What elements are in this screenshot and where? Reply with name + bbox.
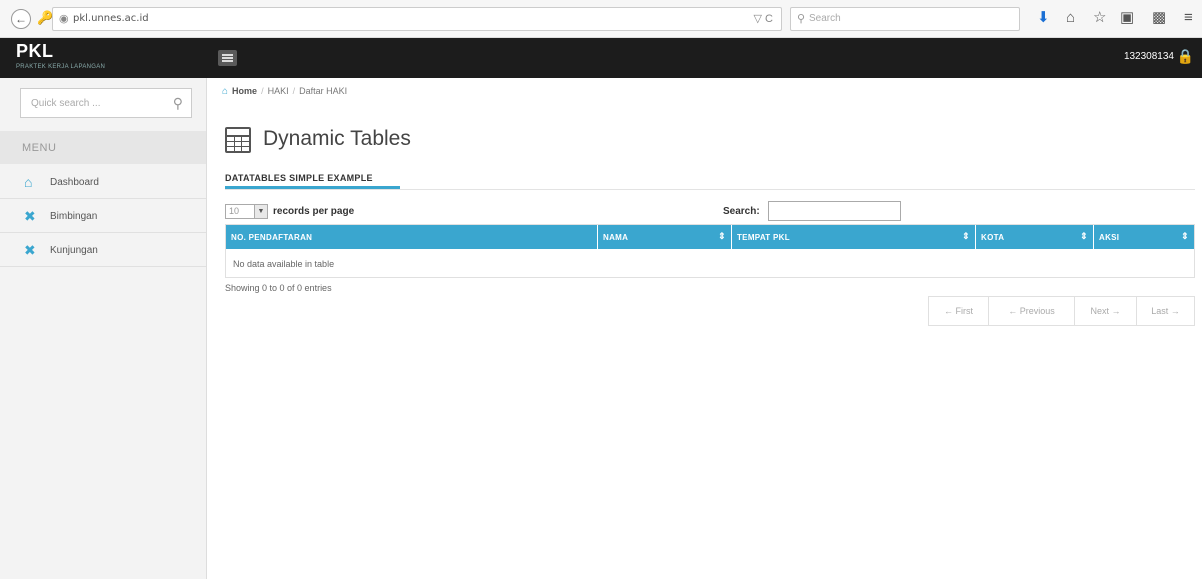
address-bar[interactable]: ◉ pkl.unnes.ac.id ▽ C (52, 7, 782, 31)
section-title: DATATABLES SIMPLE EXAMPLE (225, 173, 373, 183)
sidebar-item-bimbingan[interactable]: ✖ Bimbingan (0, 200, 206, 233)
table-icon (225, 127, 251, 153)
data-table: NO. PENDAFTARAN NAMA ⇕ TEMPAT PKL ⇕ KOTA… (225, 224, 1195, 278)
bookmark-star-icon[interactable]: ☆ (1093, 10, 1106, 26)
url-text: pkl.unnes.ac.id (73, 13, 149, 24)
brand-subtitle: PRAKTEK KERJA LAPANGAN (16, 64, 106, 70)
pagination-next-button[interactable]: Next → (1075, 297, 1137, 325)
sort-icon: ⇕ (962, 231, 970, 241)
menu-header-label: MENU (22, 142, 57, 154)
home-icon: ⌂ (222, 86, 229, 97)
table-search-input[interactable] (768, 201, 901, 221)
breadcrumb-item: Daftar HAKI (299, 86, 348, 96)
records-per-page-label: records per page (273, 206, 355, 217)
column-header-kota[interactable]: KOTA ⇕ (976, 225, 1094, 249)
breadcrumb-home[interactable]: Home (232, 86, 257, 96)
globe-icon: ◉ (59, 13, 69, 25)
sort-icon: ⇕ (1181, 231, 1189, 241)
pagination-first-button[interactable]: ← First (929, 297, 989, 325)
browser-toolbar: ← 🔑 ◉ pkl.unnes.ac.id ▽ C ⚲ Search ⬇ ⌂ ☆… (0, 0, 1202, 38)
clipboard-icon[interactable]: ▣ (1120, 10, 1134, 26)
column-header-nama[interactable]: NAMA ⇕ (598, 225, 732, 249)
tools-icon: ✖ (24, 208, 36, 224)
column-header-no-pendaftaran[interactable]: NO. PENDAFTARAN (226, 225, 598, 249)
empty-table-message: No data available in table (233, 259, 335, 269)
key-icon[interactable]: 🔑 (37, 10, 53, 26)
records-per-page-value: 10 (229, 206, 240, 216)
sidebar-item-kunjungan[interactable]: ✖ Kunjungan (0, 234, 206, 267)
column-header-tempat-pkl[interactable]: TEMPAT PKL ⇕ (732, 225, 976, 249)
extension-icon[interactable]: ▩ (1152, 10, 1166, 26)
menu-header: MENU (0, 131, 206, 164)
breadcrumb-item[interactable]: HAKI (268, 86, 289, 96)
quick-search-placeholder: Quick search ... (31, 98, 101, 109)
tools-icon: ✖ (24, 242, 36, 258)
brand-logo[interactable]: PKL PRAKTEK KERJA LAPANGAN (0, 38, 207, 78)
sidebar-item-label: Dashboard (50, 177, 99, 188)
download-icon[interactable]: ⬇ (1037, 10, 1050, 26)
lock-icon[interactable]: 🔒 (1177, 48, 1194, 65)
browser-search-placeholder: Search (809, 13, 841, 24)
sidebar: Quick search ... ⚲ MENU ⌂ Dashboard ✖ Bi… (0, 78, 207, 579)
pagination-previous-button[interactable]: ← Previous (989, 297, 1075, 325)
sidebar-item-dashboard[interactable]: ⌂ Dashboard (0, 166, 206, 199)
reload-icon[interactable]: ▽ C (754, 12, 773, 25)
search-icon: ⚲ (797, 13, 806, 25)
home-icon: ⌂ (24, 174, 33, 190)
home-icon[interactable]: ⌂ (1066, 10, 1075, 26)
page-title-text: Dynamic Tables (263, 127, 411, 150)
quick-search-input[interactable]: Quick search ... ⚲ (20, 88, 192, 118)
browser-search-input[interactable]: ⚲ Search (790, 7, 1020, 31)
table-row: No data available in table (226, 249, 1194, 278)
sort-icon: ⇕ (718, 231, 726, 241)
breadcrumb: ⌂ Home / HAKI / Daftar HAKI (222, 86, 348, 97)
menu-toggle-button[interactable] (218, 50, 237, 66)
brand-title: PKL (16, 41, 54, 61)
user-id[interactable]: 132308134 (1124, 51, 1174, 62)
pagination-last-button[interactable]: Last → (1137, 297, 1194, 325)
sort-icon: ⇕ (1080, 231, 1088, 241)
hamburger-menu-icon[interactable]: ≡ (1184, 10, 1193, 26)
chevron-down-icon: ▼ (254, 205, 267, 218)
back-arrow-icon[interactable]: ← (11, 9, 31, 29)
divider (225, 189, 1195, 190)
pagination: ← First ← Previous Next → Last → (928, 296, 1195, 326)
search-icon: ⚲ (172, 95, 183, 111)
column-header-aksi[interactable]: AKSI ⇕ (1094, 225, 1194, 249)
table-search-label: Search: (723, 206, 760, 217)
top-navbar: PKL PRAKTEK KERJA LAPANGAN 132308134 🔒 (0, 38, 1202, 78)
sidebar-item-label: Kunjungan (50, 245, 98, 256)
sidebar-item-label: Bimbingan (50, 211, 98, 222)
table-info: Showing 0 to 0 of 0 entries (225, 283, 332, 293)
records-per-page-select[interactable]: 10 ▼ (225, 204, 268, 219)
